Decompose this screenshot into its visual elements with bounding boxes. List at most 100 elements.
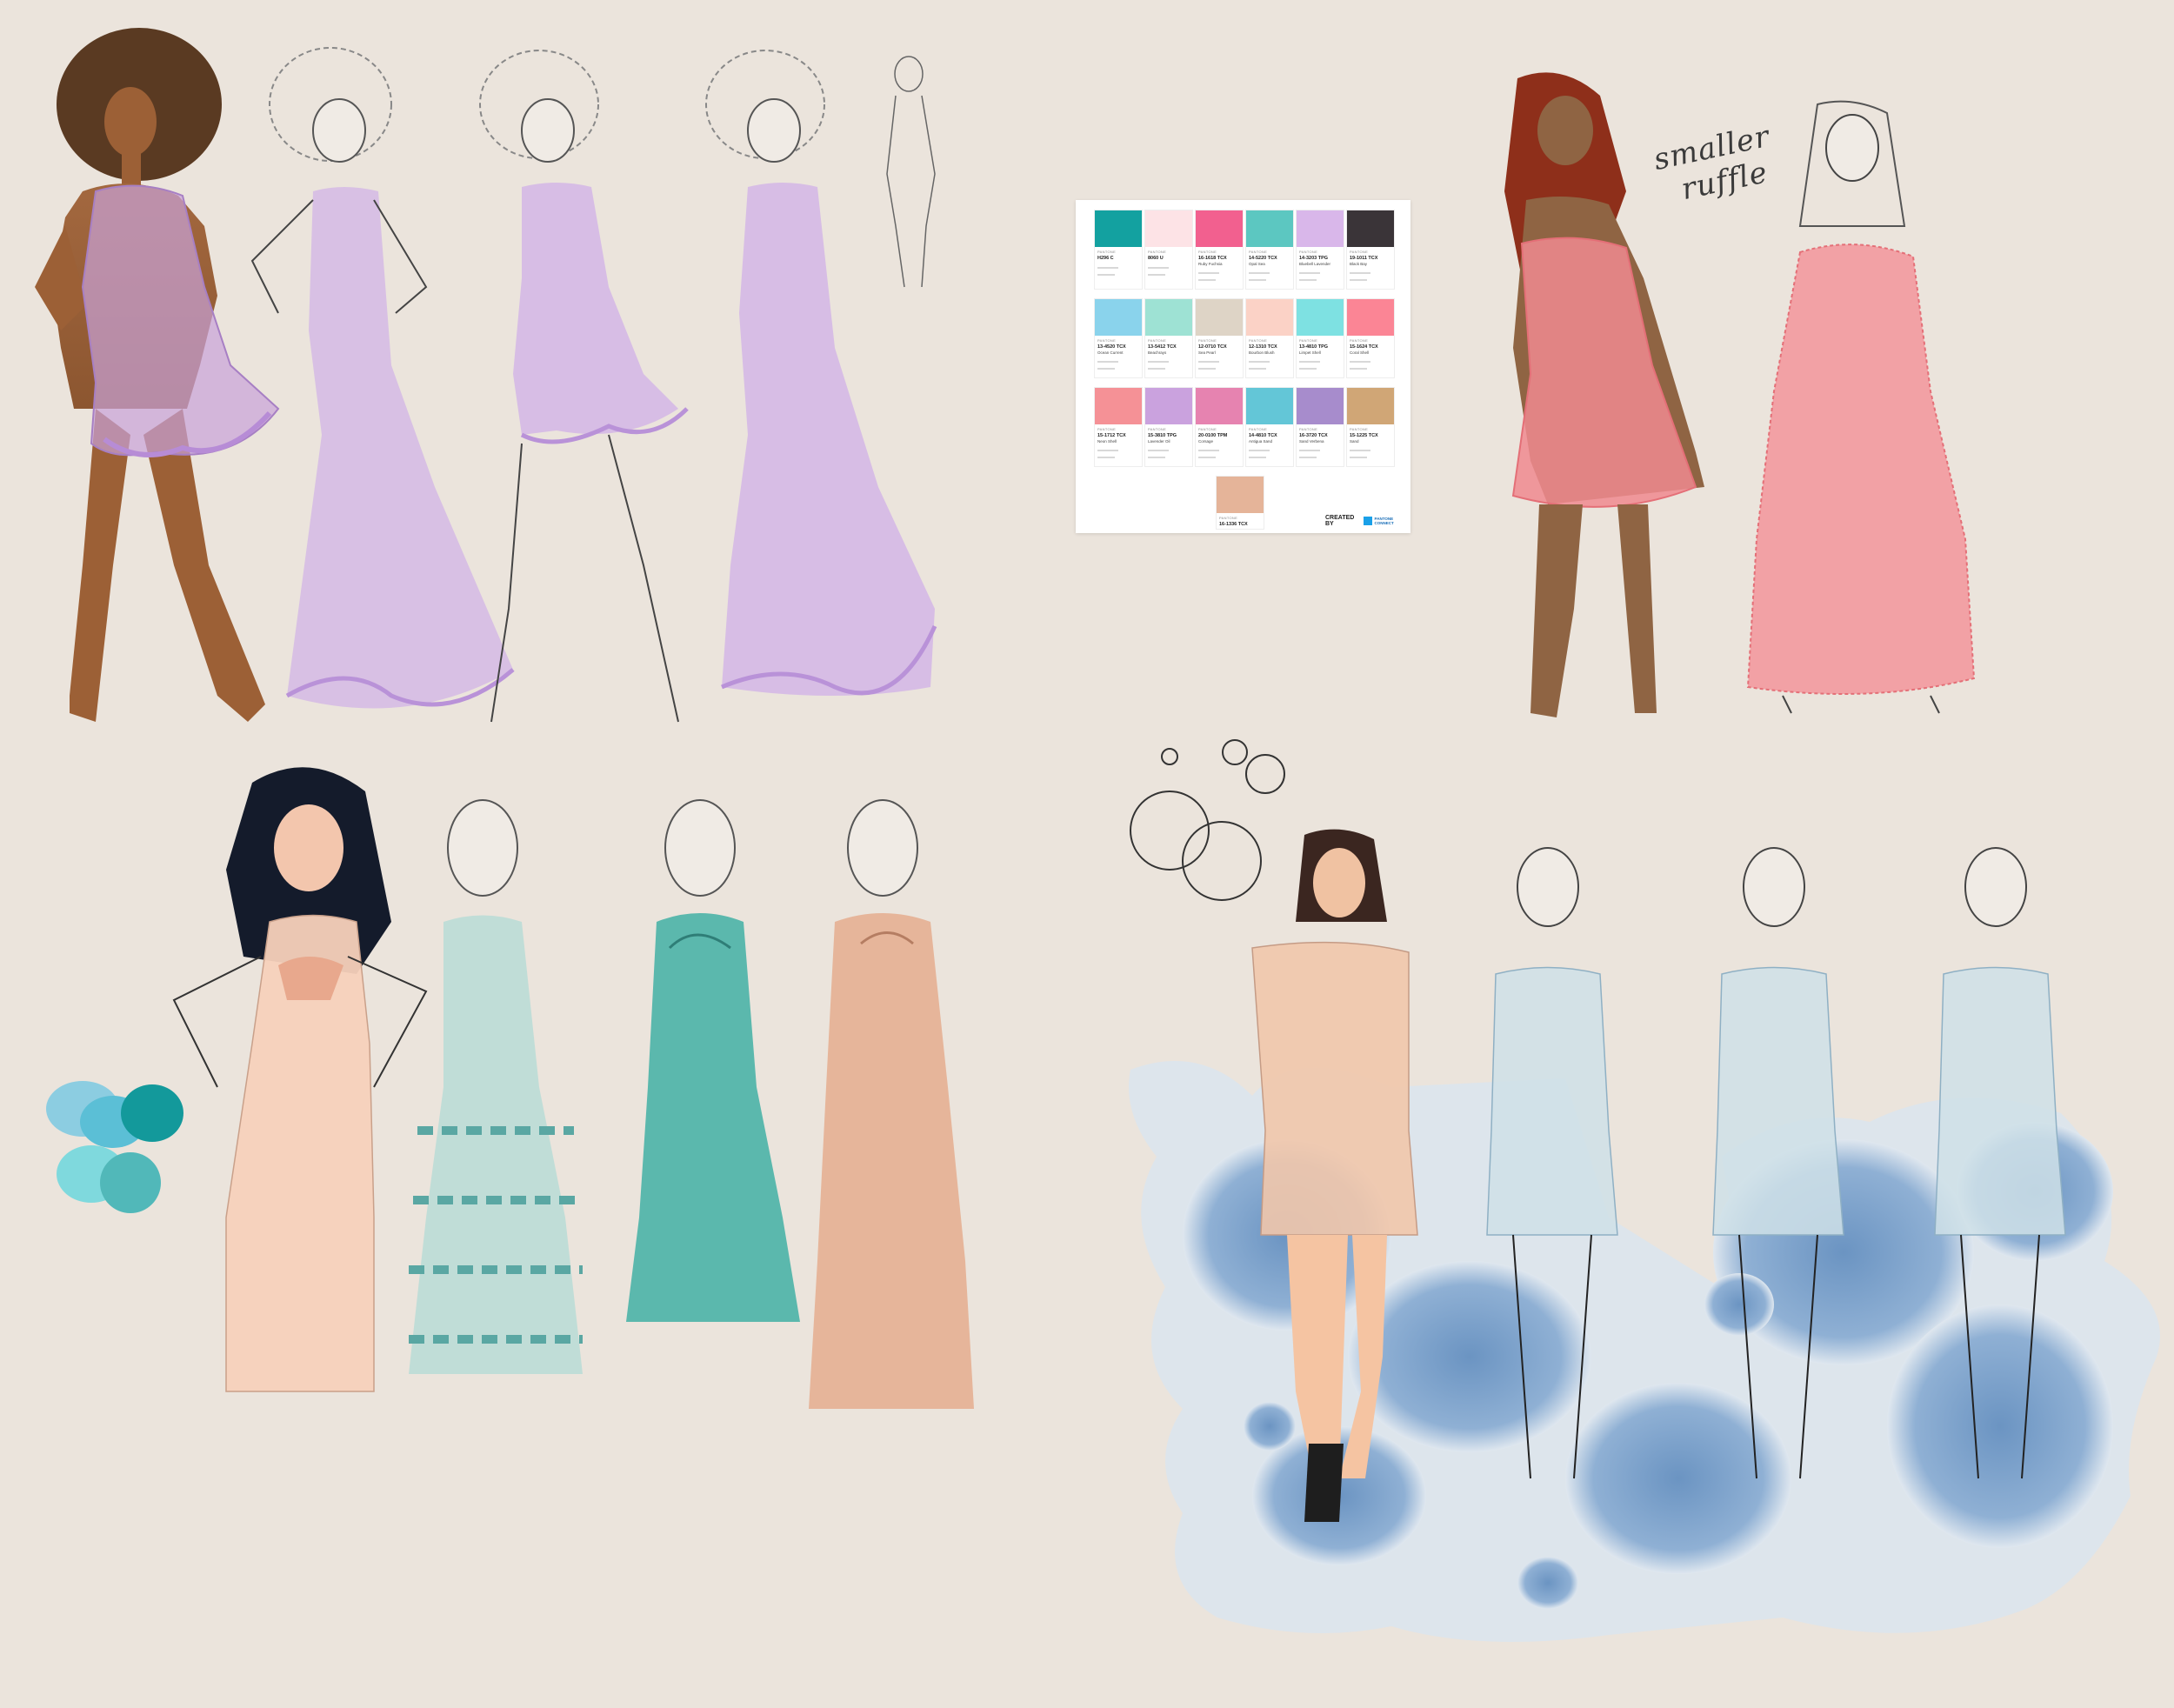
- swatch-code: 13-4810 TPG: [1299, 344, 1329, 350]
- swatch-brand: PANTONE: [1350, 250, 1369, 254]
- pantone-swatch: PANTONE 20-0100 TPM Corsage: [1196, 388, 1243, 466]
- swatch-chip: [1297, 210, 1344, 247]
- swatch-brand: PANTONE: [1198, 250, 1217, 254]
- pantone-swatch: PANTONE 15-3810 TPG Lavender Oil: [1145, 388, 1192, 466]
- figure-sketch-teal-gown: [626, 799, 800, 1322]
- swatch-chip: [1217, 477, 1264, 513]
- swatch-code: 20-0100 TPM: [1198, 433, 1228, 438]
- swatch-name: Bluebell Lavender: [1299, 262, 1331, 266]
- swatch-code: 13-4520 TCX: [1097, 344, 1126, 350]
- swatch-chip: [1246, 388, 1293, 424]
- swatch-name: Bourbon Blush: [1249, 350, 1275, 355]
- swatch-name: Beachrays: [1148, 350, 1167, 355]
- created-by-text: CREATED BY: [1325, 515, 1355, 527]
- pantone-swatch: PANTONE 16-3720 TCX Sand Verbena: [1297, 388, 1344, 466]
- swatch-code: 16-1336 TCX: [1219, 522, 1248, 527]
- swatch-name: Black Bay: [1350, 262, 1368, 266]
- swatch-brand: PANTONE: [1198, 427, 1217, 431]
- pantone-swatch: PANTONE 16-1336 TCX: [1217, 477, 1264, 529]
- figure-thumbnail-sketch: [886, 56, 936, 288]
- pantone-swatch: PANTONE 13-5412 TCX Beachrays: [1145, 299, 1192, 377]
- swatch-chip: [1145, 210, 1192, 247]
- swatch-brand: PANTONE: [1350, 427, 1369, 431]
- swatch-code: 14-3203 TPG: [1299, 256, 1329, 261]
- swatch-chip: [1246, 299, 1293, 336]
- swatch-chip: [1196, 299, 1243, 336]
- swatch-brand: PANTONE: [1350, 338, 1369, 343]
- swatch-brand: PANTONE: [1097, 338, 1117, 343]
- figure-sketch-long-gown: [250, 47, 515, 709]
- pantone-swatch: PANTONE 13-4520 TCX Ocean Current: [1095, 299, 1142, 377]
- pantone-swatch: PANTONE 15-1624 TCX Coral Shell: [1347, 299, 1394, 377]
- swatch-code: 16-1618 TCX: [1198, 256, 1227, 261]
- swatch-brand: PANTONE: [1148, 427, 1167, 431]
- swatch-chip: [1095, 210, 1142, 247]
- lavender-figure-group: [35, 28, 937, 723]
- swatch-chip: [1145, 388, 1192, 424]
- swatch-code: 14-5220 TCX: [1249, 256, 1277, 261]
- peach-teal-figure-group: [46, 767, 974, 1409]
- swatch-brand: PANTONE: [1249, 250, 1268, 254]
- swatch-brand: PANTONE: [1148, 250, 1167, 254]
- swatch-brand: PANTONE: [1299, 427, 1318, 431]
- swatch-brand: PANTONE: [1249, 338, 1268, 343]
- swatch-brand: PANTONE: [1198, 338, 1217, 343]
- pantone-logo-icon: [1364, 517, 1372, 525]
- swatch-code: H296 C: [1097, 256, 1114, 261]
- swatch-code: 15-3810 TPG: [1148, 433, 1177, 438]
- pantone-swatch: PANTONE 14-3203 TPG Bluebell Lavender: [1297, 210, 1344, 289]
- swatch-code: 13-5412 TCX: [1148, 344, 1177, 350]
- swatch-chip: [1196, 210, 1243, 247]
- figure-sketch-short-dress-1: [479, 50, 689, 723]
- pantone-swatch: PANTONE 12-1310 TCX Bourbon Blush: [1246, 299, 1293, 377]
- swatch-brand: PANTONE: [1219, 516, 1238, 520]
- figure-sketch-long-gown-2: [705, 50, 937, 696]
- figure-black-hair-colored: [172, 767, 428, 1392]
- swatch-brand: PANTONE: [1148, 338, 1167, 343]
- swatch-name: Opal Sea: [1249, 262, 1265, 266]
- swatch-chip: [1347, 210, 1394, 247]
- swatch-code: 16-3720 TCX: [1299, 433, 1328, 438]
- swatch-name: Lavender Oil: [1148, 439, 1170, 444]
- swatch-chip: [1347, 299, 1394, 336]
- swatch-name: Antigua Sand: [1249, 439, 1273, 444]
- swatch-code: 19-1011 TCX: [1350, 256, 1378, 261]
- swatch-name: Ocean Current: [1097, 350, 1124, 355]
- pantone-swatch: PANTONE 19-1011 TCX Black Bay: [1347, 210, 1394, 289]
- swatch-code: 12-1310 TCX: [1249, 344, 1277, 350]
- swatch-name: Sand Verbena: [1299, 439, 1324, 444]
- pantone-swatch: PANTONE 15-1712 TCX Neon Shell: [1095, 388, 1142, 466]
- figure-sketch-teal-ruffle: [409, 799, 583, 1374]
- pantone-palette-card: PANTONE H296 C PANTONE 8060 U PANTONE 16-1618…: [1076, 200, 1410, 533]
- swatch-name: Sand: [1350, 439, 1359, 444]
- swatch-code: 15-1624 TCX: [1350, 344, 1378, 350]
- pantone-swatch: PANTONE 15-1225 TCX Sand: [1347, 388, 1394, 466]
- swatch-chip: [1145, 299, 1192, 336]
- swatch-chip: [1196, 388, 1243, 424]
- bubble-sketch: [1130, 739, 1285, 901]
- created-by-brand: PANTONE CONNECT: [1374, 517, 1394, 525]
- pantone-swatch: PANTONE 14-5220 TCX Opal Sea: [1246, 210, 1293, 289]
- pantone-swatch: PANTONE H296 C: [1095, 210, 1142, 289]
- swatch-brand: PANTONE: [1299, 338, 1318, 343]
- swatch-name: Ruby Fuchsia: [1198, 262, 1223, 266]
- swatch-brand: PANTONE: [1299, 250, 1318, 254]
- swatch-code: 14-4810 TCX: [1249, 433, 1277, 438]
- swatch-brand: PANTONE: [1097, 250, 1117, 254]
- created-by-label: CREATED BY PANTONE CONNECT: [1325, 515, 1410, 527]
- swatch-code: 15-1712 TCX: [1097, 433, 1126, 438]
- swatch-name: Sea Pearl: [1198, 350, 1216, 355]
- pantone-swatch: PANTONE 16-1618 TCX Ruby Fuchsia: [1196, 210, 1243, 289]
- swatch-chip: [1297, 299, 1344, 336]
- pantone-swatch: PANTONE 13-4810 TPG Limpet Shell: [1297, 299, 1344, 377]
- swatch-name: Neon Shell: [1097, 439, 1117, 444]
- figure-sketch-coral-gown: [1746, 100, 1976, 714]
- pantone-swatch: PANTONE 12-0710 TCX Sea Pearl: [1196, 299, 1243, 377]
- swatch-chip: [1095, 388, 1142, 424]
- swatch-code: 12-0710 TCX: [1198, 344, 1227, 350]
- swatch-chip: [1347, 388, 1394, 424]
- swatch-code: 15-1225 TCX: [1350, 433, 1378, 438]
- swatch-name: Corsage: [1198, 439, 1214, 444]
- swatch-code: 8060 U: [1148, 256, 1164, 261]
- pantone-swatch: PANTONE 8060 U: [1145, 210, 1192, 289]
